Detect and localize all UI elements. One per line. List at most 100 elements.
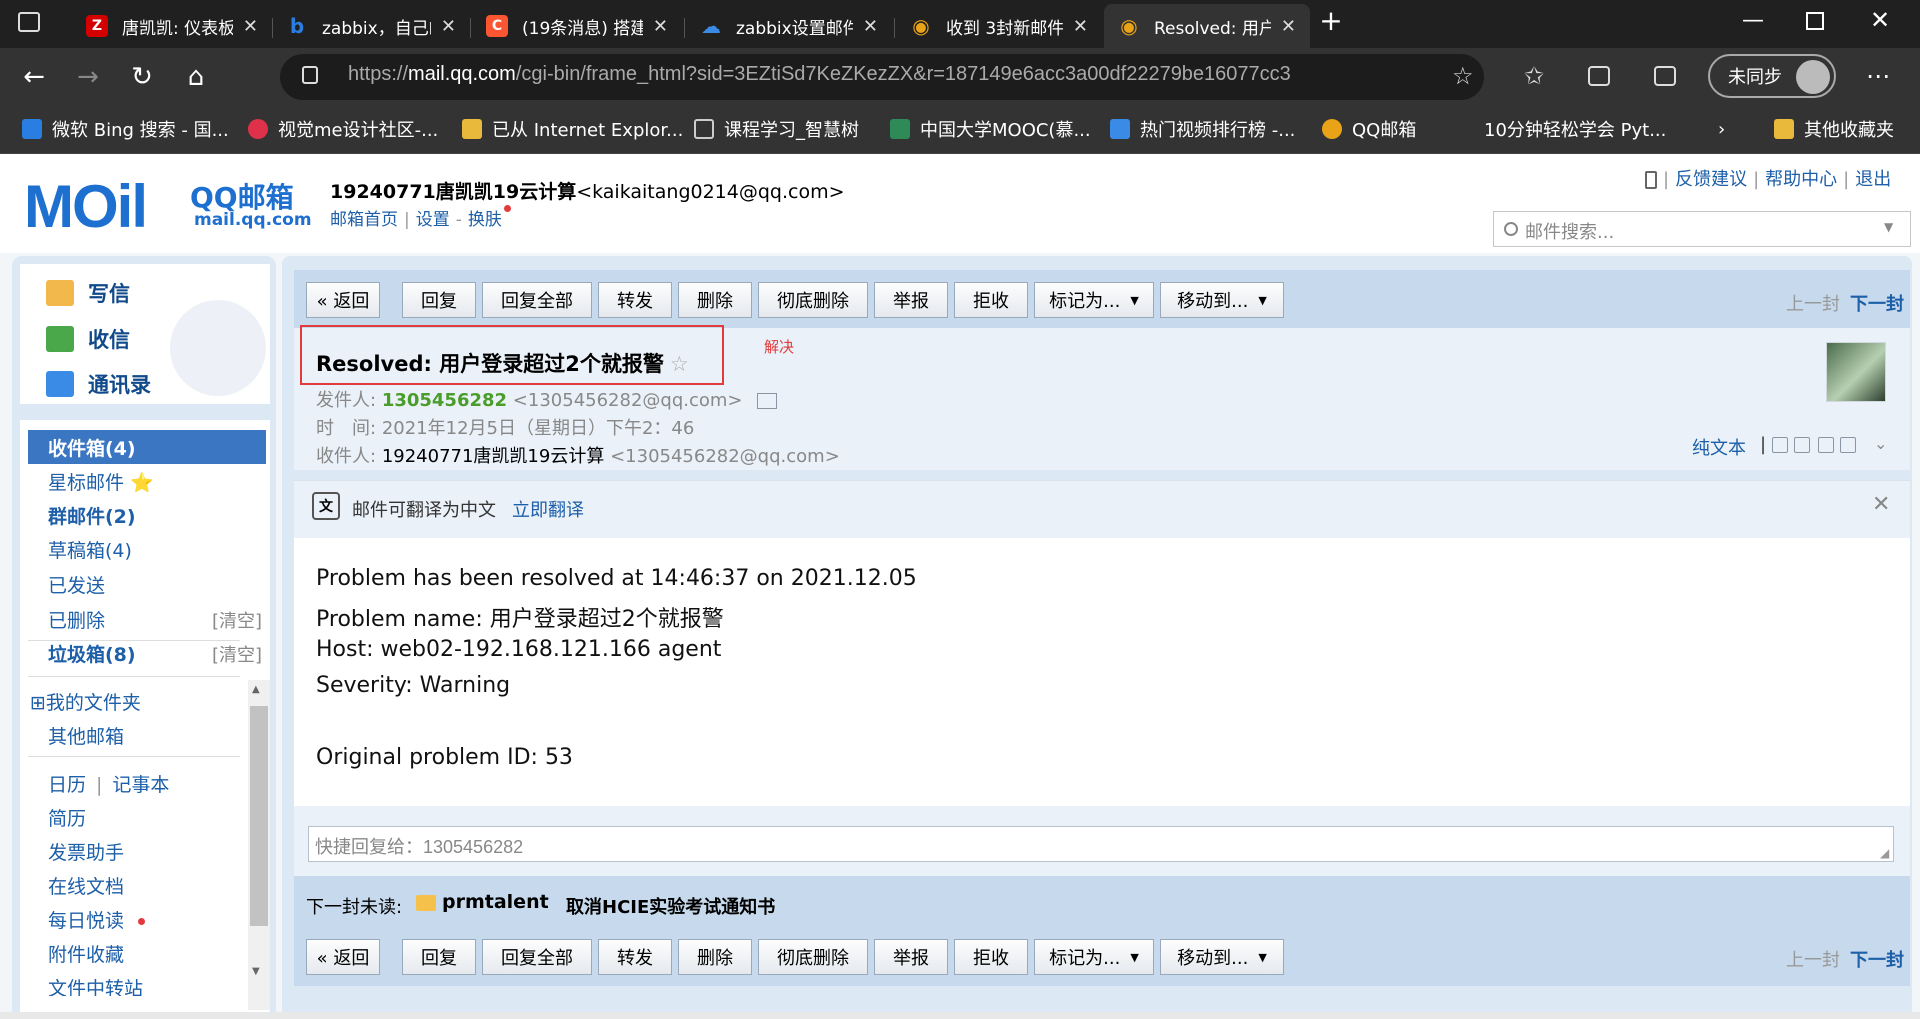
scroll-up-icon[interactable]: ▲ bbox=[252, 684, 260, 695]
new-tab-button[interactable]: + bbox=[1316, 6, 1346, 36]
clear-spam-link[interactable]: [清空] bbox=[212, 641, 262, 667]
delete-button[interactable]: 删除 bbox=[678, 282, 752, 318]
expand-icon[interactable]: ⌄ bbox=[1874, 434, 1887, 453]
profile-button[interactable]: 未同步 bbox=[1708, 54, 1836, 98]
forward-arrow-icon[interactable]: → bbox=[68, 59, 108, 95]
resize-handle-icon[interactable]: ◢ bbox=[1880, 846, 1889, 860]
tab-2[interactable]: C (19条消息) 搭建zab ✕ bbox=[472, 4, 682, 48]
close-icon[interactable]: ✕ bbox=[1872, 492, 1890, 517]
close-icon[interactable]: ✕ bbox=[441, 16, 456, 37]
close-icon[interactable]: ✕ bbox=[1073, 16, 1088, 37]
invoice-link[interactable]: 发票助手 bbox=[48, 838, 124, 865]
reply-all-button[interactable]: 回复全部 bbox=[482, 282, 592, 318]
close-window-button[interactable]: ✕ bbox=[1870, 6, 1890, 34]
mark-as-dropdown[interactable]: 标记为... ▼ bbox=[1034, 939, 1154, 975]
forward-button[interactable]: 转发 bbox=[598, 282, 672, 318]
bookmarks-overflow-icon[interactable]: › bbox=[1718, 113, 1725, 145]
close-icon[interactable]: ✕ bbox=[653, 16, 668, 37]
delete-button[interactable]: 删除 bbox=[678, 939, 752, 975]
chevron-down-icon[interactable]: ▼ bbox=[1884, 220, 1893, 234]
report-button[interactable]: 举报 bbox=[874, 282, 948, 318]
bookmark-2[interactable]: 已从 Internet Explor... bbox=[462, 113, 683, 145]
settings-link[interactable]: 设置 bbox=[416, 210, 450, 230]
maximize-button[interactable] bbox=[1806, 12, 1824, 30]
bookmark-8[interactable]: 其他收藏夹 bbox=[1774, 113, 1894, 145]
folder-spam[interactable]: 垃圾箱(8) bbox=[48, 640, 136, 667]
lock-icon[interactable] bbox=[302, 66, 318, 84]
contacts-button[interactable]: 通讯录 bbox=[46, 367, 151, 401]
close-icon[interactable]: ✕ bbox=[863, 16, 878, 37]
folder-sent[interactable]: 已发送 bbox=[48, 571, 105, 598]
qqmail-logo[interactable]: MOil bbox=[24, 172, 148, 241]
tab-4[interactable]: ◉ 收到 3封新邮件 ✕ bbox=[896, 4, 1102, 48]
back-arrow-icon[interactable]: ← bbox=[14, 59, 54, 95]
download-icon[interactable] bbox=[1818, 437, 1834, 453]
back-button[interactable]: « 返回 bbox=[306, 282, 380, 318]
tab-0[interactable]: Z 唐凯凯: 仪表板 ✕ bbox=[72, 4, 272, 48]
folder-inbox[interactable]: 收件箱(4) bbox=[28, 430, 266, 464]
print-icon[interactable] bbox=[1840, 437, 1856, 453]
tab-1[interactable]: b zabbix，自己邮件的 ✕ bbox=[272, 4, 470, 48]
sender-avatar[interactable] bbox=[1826, 342, 1886, 402]
calendar-link[interactable]: 日历 | 记事本 bbox=[48, 770, 169, 797]
recipient-name[interactable]: 19240771唐凯凯19云计算 bbox=[382, 446, 605, 467]
next-mail-link[interactable]: 下一封 bbox=[1850, 950, 1904, 971]
next-mail-link[interactable]: 下一封 bbox=[1850, 294, 1904, 315]
back-button[interactable]: « 返回 bbox=[306, 939, 380, 975]
prev-mail-link[interactable]: 上一封 bbox=[1786, 294, 1840, 315]
collections-icon[interactable] bbox=[1588, 66, 1610, 86]
tab-5-active[interactable]: ◉ Resolved: 用户登录 ✕ bbox=[1104, 4, 1310, 48]
other-mail[interactable]: 其他邮箱 bbox=[48, 722, 124, 749]
permanent-delete-button[interactable]: 彻底删除 bbox=[758, 282, 868, 318]
bookmark-6[interactable]: QQ邮箱 bbox=[1322, 113, 1416, 145]
daily-link[interactable]: 每日悦读 bbox=[48, 906, 146, 933]
reply-button[interactable]: 回复 bbox=[402, 939, 476, 975]
bookmark-4[interactable]: 中国大学MOOC(慕... bbox=[890, 113, 1091, 145]
minimize-button[interactable]: — bbox=[1742, 8, 1764, 33]
receive-button[interactable]: 收信 bbox=[46, 322, 130, 356]
plain-text-link[interactable]: 纯文本 bbox=[1692, 434, 1746, 460]
sender-name[interactable]: 1305456282 bbox=[382, 390, 507, 411]
view-icon[interactable] bbox=[1794, 437, 1810, 453]
bookmark-3[interactable]: 课程学习_智慧树 bbox=[694, 113, 859, 145]
sidebar-scroll-thumb[interactable] bbox=[250, 706, 268, 926]
clear-deleted-link[interactable]: [清空] bbox=[212, 607, 262, 633]
folder-starred[interactable]: 星标邮件 ⭐ bbox=[48, 468, 154, 495]
refresh-icon[interactable]: ↻ bbox=[122, 59, 162, 95]
reply-all-button[interactable]: 回复全部 bbox=[482, 939, 592, 975]
page-horizontal-scrollbar[interactable] bbox=[0, 1012, 1920, 1019]
prev-mail-link[interactable]: 上一封 bbox=[1786, 950, 1840, 971]
next-unread-from[interactable]: prmtalent bbox=[442, 891, 549, 913]
forward-button[interactable]: 转发 bbox=[598, 939, 672, 975]
transfer-link[interactable]: 文件中转站 bbox=[48, 974, 143, 996]
skin-link[interactable]: 换肤 bbox=[468, 210, 502, 230]
close-icon[interactable]: ✕ bbox=[1281, 16, 1296, 37]
permanent-delete-button[interactable]: 彻底删除 bbox=[758, 939, 868, 975]
next-unread-subject[interactable]: 取消HCIE实验考试通知书 bbox=[566, 893, 775, 919]
help-link[interactable]: 帮助中心 bbox=[1765, 169, 1837, 190]
reply-button[interactable]: 回复 bbox=[402, 282, 476, 318]
docs-link[interactable]: 在线文档 bbox=[48, 872, 124, 899]
bookmark-1[interactable]: 视觉me设计社区-... bbox=[248, 113, 438, 145]
move-to-dropdown[interactable]: 移动到... ▼ bbox=[1160, 939, 1284, 975]
folder-deleted[interactable]: 已删除 bbox=[48, 606, 105, 633]
attachments-link[interactable]: 附件收藏 bbox=[48, 940, 124, 967]
mark-as-dropdown[interactable]: 标记为... ▼ bbox=[1034, 282, 1154, 318]
star-icon[interactable]: ☆ bbox=[670, 352, 689, 376]
folder-drafts[interactable]: 草稿箱(4) bbox=[48, 536, 132, 563]
folder-groups[interactable]: 群邮件(2) bbox=[48, 502, 136, 529]
reject-button[interactable]: 拒收 bbox=[954, 939, 1028, 975]
scroll-down-icon[interactable]: ▼ bbox=[252, 966, 260, 977]
bookmark-5[interactable]: 热门视频排行榜 -... bbox=[1110, 113, 1295, 145]
tab-actions-icon[interactable] bbox=[18, 12, 40, 32]
move-to-dropdown[interactable]: 移动到... ▼ bbox=[1160, 282, 1284, 318]
my-folders[interactable]: ⊞我的文件夹 bbox=[30, 688, 141, 715]
resume-link[interactable]: 简历 bbox=[48, 804, 86, 831]
reject-button[interactable]: 拒收 bbox=[954, 282, 1028, 318]
more-options-icon[interactable]: ⋯ bbox=[1866, 62, 1890, 90]
contact-card-icon[interactable] bbox=[756, 393, 777, 409]
close-icon[interactable]: ✕ bbox=[243, 16, 258, 37]
url-text[interactable]: https://mail.qq.com/cgi-bin/frame_html?s… bbox=[348, 63, 1291, 86]
mail-home-link[interactable]: 邮箱首页 bbox=[330, 210, 398, 230]
add-favorite-icon[interactable]: ☆ bbox=[1452, 62, 1474, 90]
